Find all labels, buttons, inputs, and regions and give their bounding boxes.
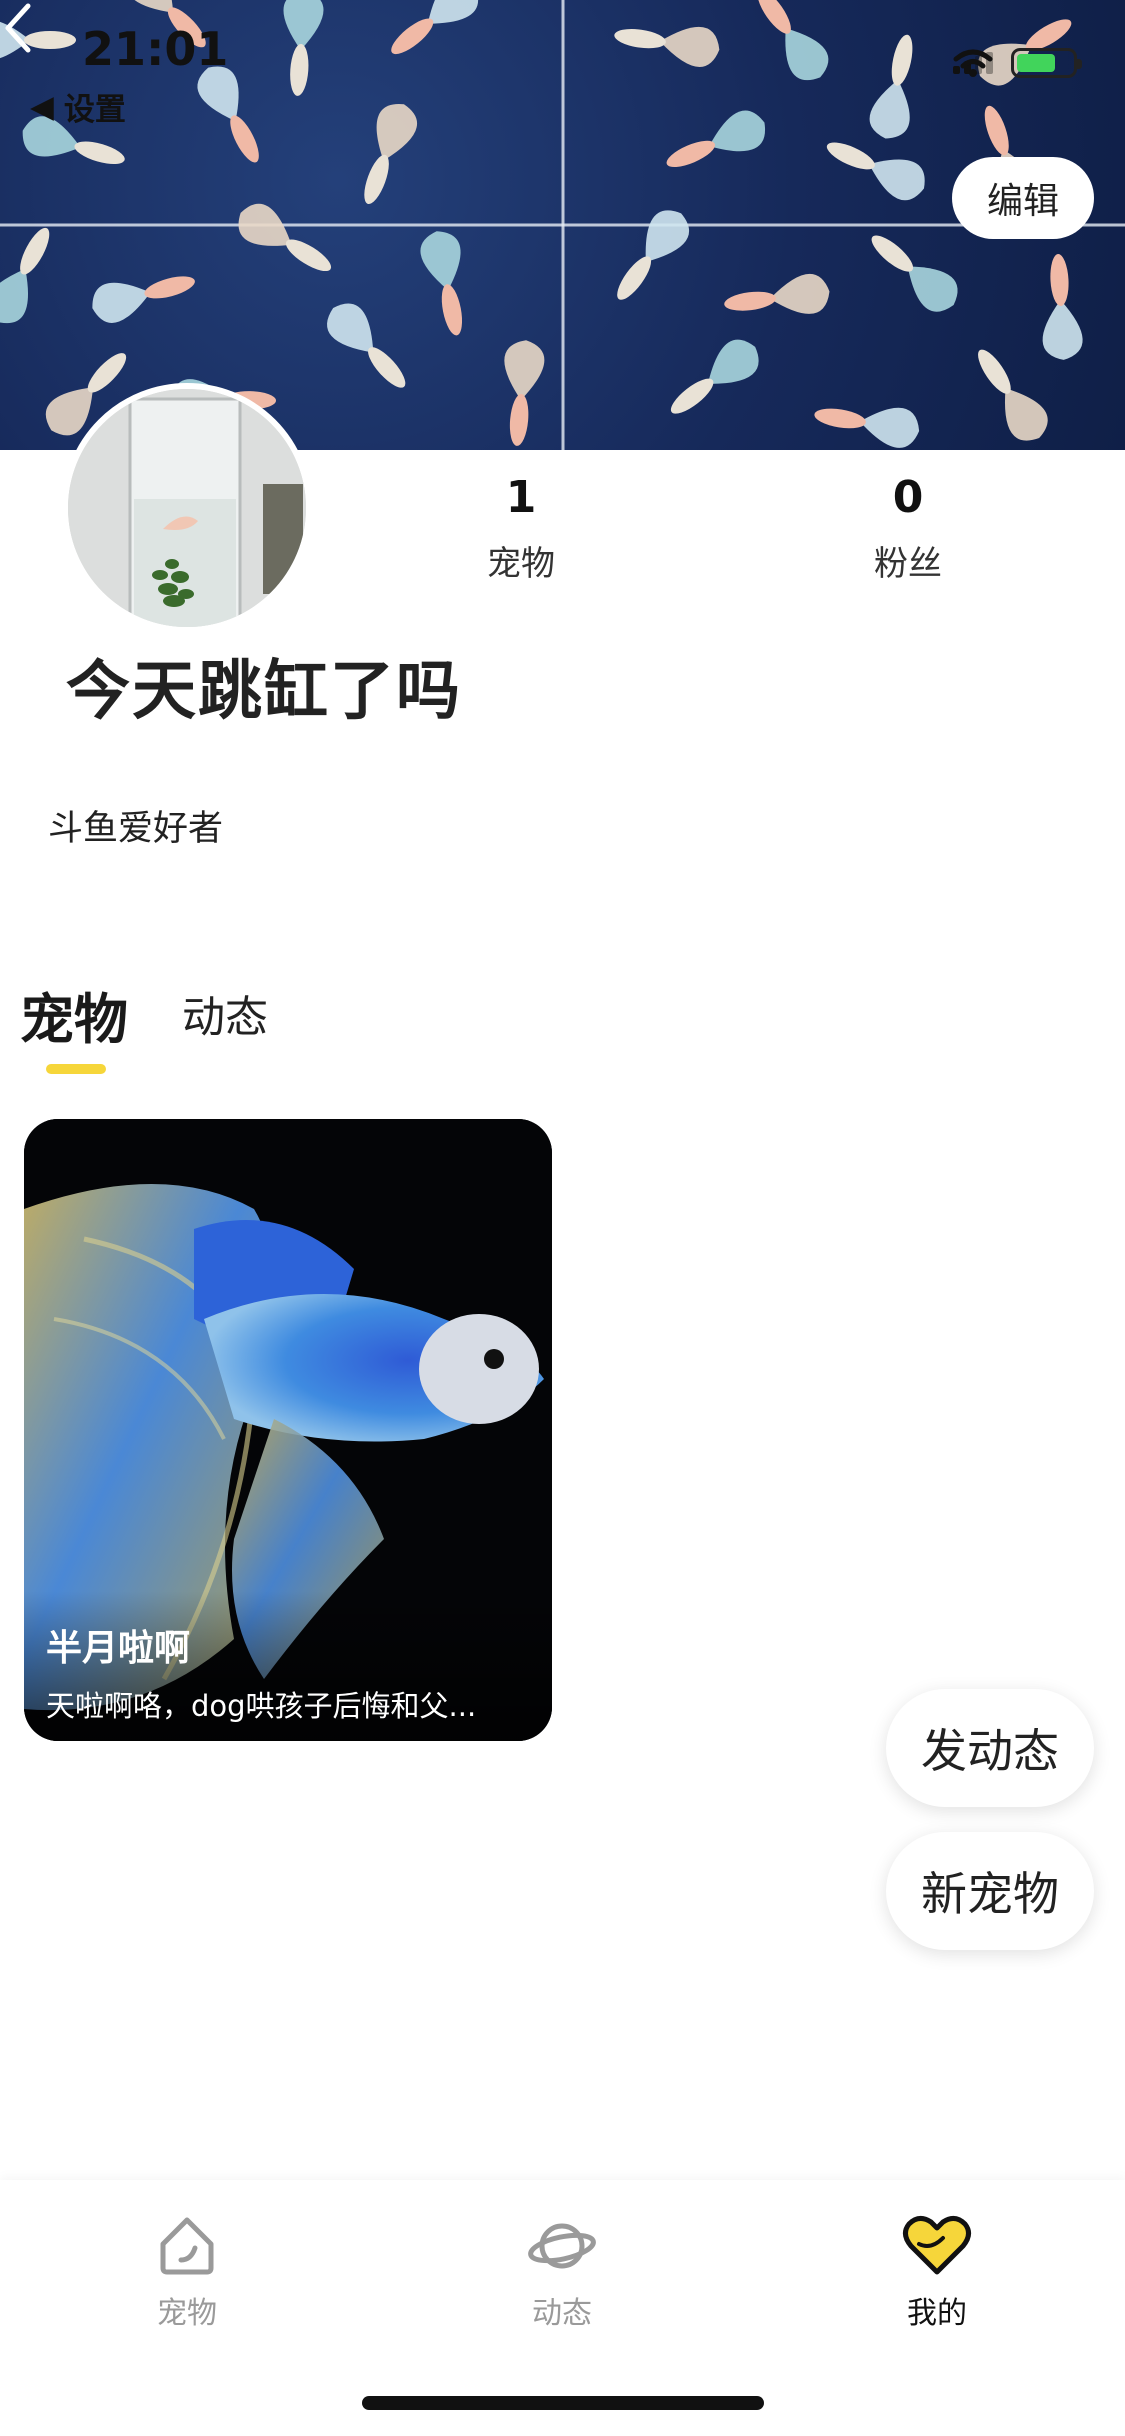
battery-icon — [1011, 48, 1082, 78]
home-indicator — [362, 2396, 764, 2410]
status-time: 21:01 — [82, 22, 229, 76]
cover-fish — [724, 274, 830, 314]
pet-card-description: 天啦啊咯，dog哄孩子后悔和父... — [46, 1689, 477, 1723]
stat-fans-value: 0 — [892, 472, 924, 523]
tab-posts[interactable]: 动态 — [182, 983, 268, 1045]
back-app-label: 设置 — [63, 92, 126, 128]
cover-fish — [757, 0, 829, 81]
planet-icon — [528, 2223, 596, 2269]
nav-label-mine: 我的 — [907, 2296, 967, 2331]
nav-item-pets[interactable]: 宠物 — [87, 2210, 287, 2332]
active-tab-indicator — [46, 1064, 106, 1074]
cover-fish — [617, 210, 690, 300]
avatar[interactable] — [62, 383, 312, 633]
cover-fish — [614, 27, 720, 67]
profile-bio: 斗鱼爱好者 — [48, 809, 224, 849]
cover-fish — [283, 0, 324, 96]
cover-fish — [978, 349, 1048, 441]
status-indicators — [953, 48, 1082, 78]
cover-fish — [391, 0, 479, 55]
new-pet-button[interactable]: 新宠物 — [886, 1832, 1094, 1950]
cover-fish — [420, 231, 463, 336]
cover-fish — [826, 142, 925, 201]
heart-icon — [903, 2216, 971, 2275]
back-triangle-icon: ◀ — [30, 88, 54, 125]
cover-fish — [814, 407, 920, 448]
stat-pets[interactable]: 1 宠物 — [421, 468, 621, 585]
cover-fish — [364, 104, 418, 205]
pet-card[interactable]: 半月啦啊 天啦啊咯，dog哄孩子后悔和父... — [24, 1119, 552, 1741]
nav-label-pets: 宠物 — [157, 2296, 217, 2331]
new-post-button[interactable]: 发动态 — [886, 1689, 1094, 1807]
stat-fans-label: 粉丝 — [874, 544, 942, 584]
nav-item-feed[interactable]: 动态 — [462, 2210, 662, 2332]
cover-fish — [670, 339, 759, 414]
cover-fish — [869, 34, 913, 139]
pet-card-name: 半月啦啊 — [46, 1628, 191, 1669]
cover-fish — [871, 235, 958, 312]
back-chevron-icon[interactable] — [0, 0, 36, 56]
cover-fish — [92, 276, 195, 323]
stat-fans[interactable]: 0 粉丝 — [808, 468, 1008, 585]
profile-cover-image: 21:01 ◀ 设置 编辑 — [0, 0, 1125, 450]
cover-fish — [666, 110, 766, 168]
cover-fish — [504, 340, 545, 446]
nav-label-feed: 动态 — [532, 2296, 592, 2331]
cover-fish — [327, 303, 406, 388]
stat-pets-label: 宠物 — [487, 544, 555, 584]
tab-pets[interactable]: 宠物 — [20, 975, 128, 1054]
edit-profile-button[interactable]: 编辑 — [952, 157, 1094, 239]
wifi-icon — [953, 49, 993, 77]
username: 今天跳缸了吗 — [66, 655, 462, 729]
back-to-settings-link[interactable]: ◀ 设置 — [30, 84, 126, 129]
cover-fish — [1042, 254, 1083, 360]
fish-tank-avatar-image — [68, 389, 306, 627]
cover-fish — [238, 203, 332, 272]
stat-pets-value: 1 — [505, 472, 537, 523]
nav-item-mine[interactable]: 我的 — [837, 2210, 1037, 2332]
pet-house-icon — [160, 2217, 214, 2275]
cover-fish — [0, 227, 50, 324]
